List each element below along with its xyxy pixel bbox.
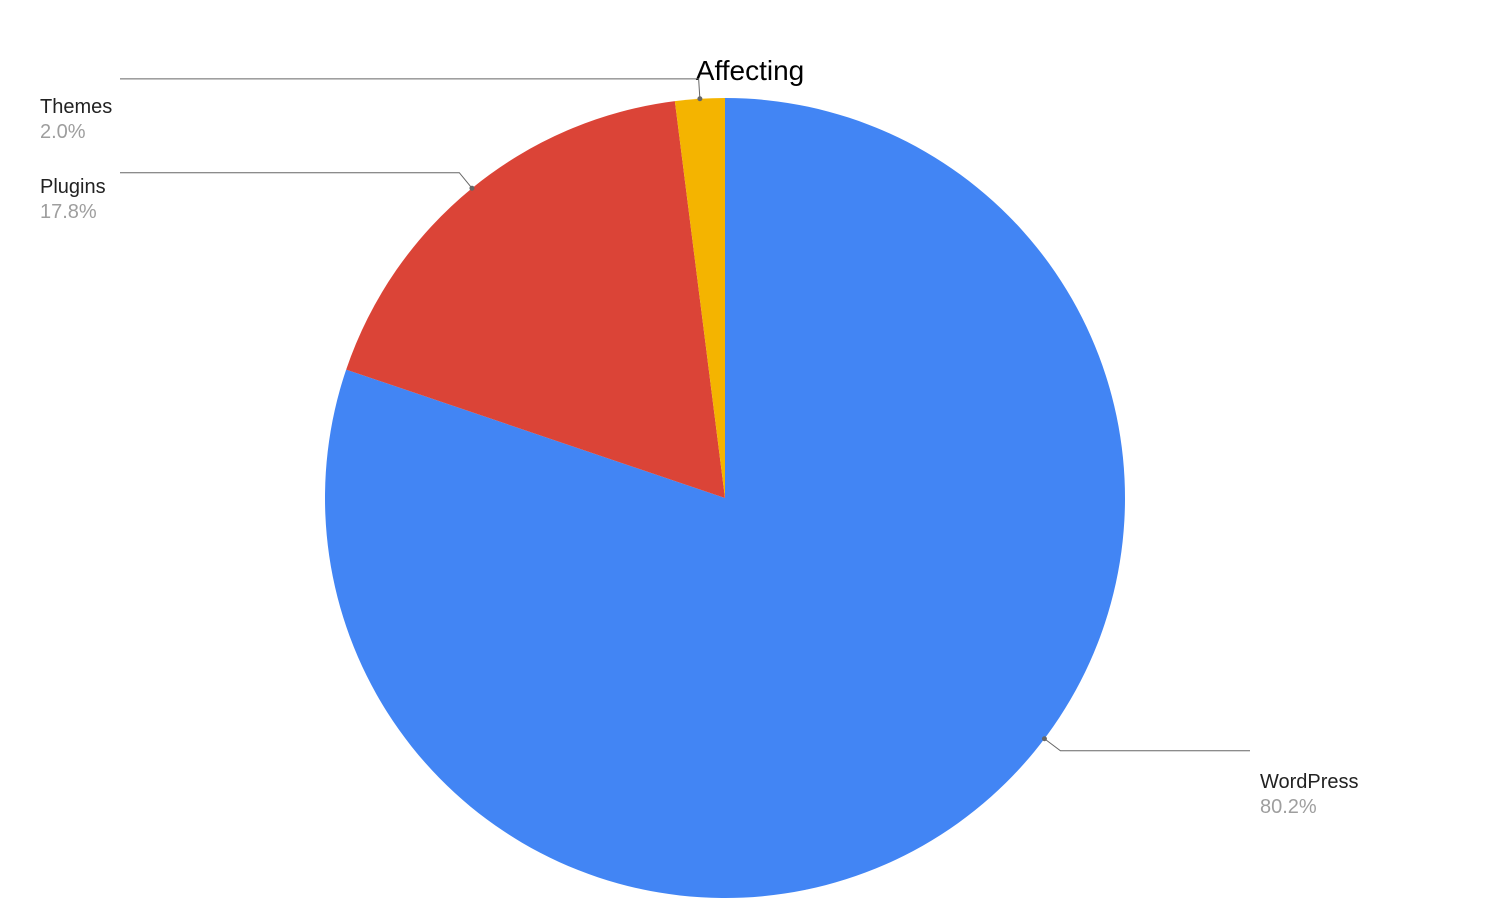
slice-label-name: Themes bbox=[40, 95, 112, 120]
leader-line bbox=[1044, 739, 1250, 751]
slice-label-name: Plugins bbox=[40, 175, 106, 200]
slice-label-percent: 17.8% bbox=[40, 200, 106, 225]
leader-dot bbox=[697, 96, 702, 101]
slice-label-name: WordPress bbox=[1260, 770, 1359, 795]
slice-label: Themes2.0% bbox=[40, 95, 112, 145]
chart-container: Affecting WordPress80.2%Plugins17.8%Them… bbox=[0, 0, 1500, 924]
slice-label: Plugins17.8% bbox=[40, 175, 106, 225]
leader-line bbox=[120, 79, 700, 99]
slice-label: WordPress80.2% bbox=[1260, 770, 1359, 820]
pie-slices bbox=[325, 98, 1125, 898]
slice-label-percent: 2.0% bbox=[40, 120, 112, 145]
slice-label-percent: 80.2% bbox=[1260, 795, 1359, 820]
leader-dot bbox=[1042, 736, 1047, 741]
leader-line bbox=[120, 173, 472, 188]
leader-dot bbox=[469, 186, 474, 191]
